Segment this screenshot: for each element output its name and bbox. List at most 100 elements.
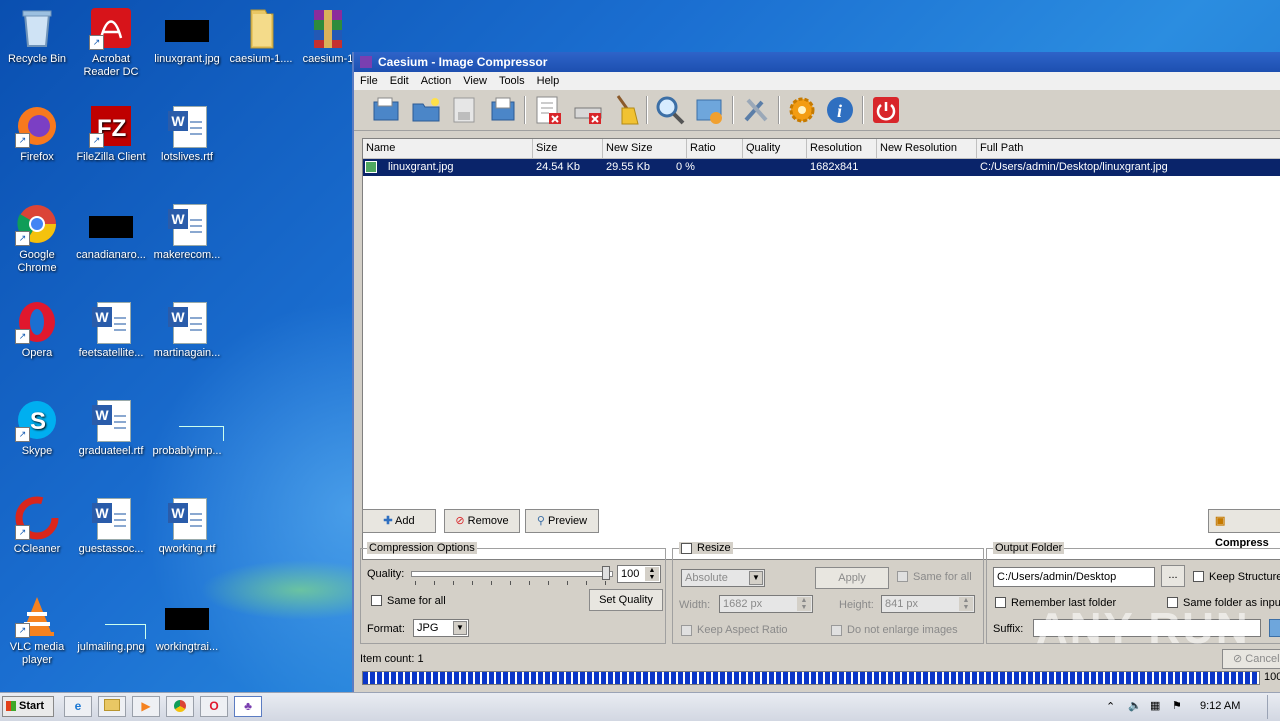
compress-button[interactable]: ▣ Compress — [1208, 509, 1280, 549]
spin-arrows-icon[interactable]: ▲ ▼ — [959, 597, 973, 611]
desktop-icon-filezilla[interactable]: FZ ↗ FileZilla Client — [74, 104, 148, 164]
remember-last-folder-checkbox[interactable] — [995, 597, 1006, 608]
desktop-icon-acrobat[interactable]: ↗ Acrobat Reader DC — [74, 6, 148, 79]
column-header-new-size[interactable]: New Size — [603, 139, 687, 158]
desktop-icon-linuxgrant[interactable]: linuxgrant.jpg — [150, 6, 224, 66]
open-folder-icon[interactable] — [410, 94, 442, 126]
desktop-icon-makerecom[interactable]: makerecom... — [150, 202, 224, 262]
preview-icon[interactable] — [694, 94, 726, 126]
show-desktop-button[interactable] — [1267, 695, 1280, 719]
width-spinbox[interactable]: 1682 px ▲ ▼ — [719, 595, 813, 613]
clock[interactable]: 9:12 AM — [1200, 700, 1240, 712]
spin-arrows-icon[interactable]: ▲ ▼ — [797, 597, 811, 611]
column-header-new-resolution[interactable]: New Resolution — [877, 139, 977, 158]
search-icon[interactable] — [654, 94, 686, 126]
desktop-icon-vlc[interactable]: ↗ VLC media player — [0, 594, 74, 667]
quality-spinbox[interactable]: 100 ▲ ▼ — [617, 565, 661, 583]
desktop-icon-opera[interactable]: ↗ Opera — [0, 300, 74, 360]
settings-icon[interactable] — [740, 94, 772, 126]
apply-button[interactable]: Apply — [815, 567, 889, 589]
show-hidden-icons-icon[interactable]: ⌃ — [1106, 700, 1115, 713]
internet-explorer-icon[interactable]: e — [64, 696, 92, 717]
no-enlarge-label: Do not enlarge images — [847, 624, 958, 636]
caesium-taskbar-icon[interactable]: ♣ — [234, 696, 262, 717]
exit-icon[interactable] — [870, 94, 902, 126]
media-player-icon[interactable]: ▶ — [132, 696, 160, 717]
desktop-icon-julmailing[interactable]: julmailing.png — [74, 594, 148, 654]
spin-arrows-icon[interactable]: ▲ ▼ — [645, 567, 659, 581]
table-row[interactable]: linuxgrant.jpg 24.54 Kb 29.55 Kb 0 % 168… — [363, 159, 1280, 176]
image-list[interactable]: Name Size New Size Ratio Quality Resolut… — [362, 138, 1280, 560]
menu-action[interactable]: Action — [415, 75, 458, 87]
format-select[interactable]: JPG ▼ — [413, 619, 469, 637]
desktop-icon-guestassoc[interactable]: guestassoc... — [74, 496, 148, 556]
desktop-icon-caesium-archive[interactable]: caesium-1 — [298, 6, 358, 66]
start-button[interactable]: Start — [2, 696, 54, 717]
updates-icon[interactable] — [786, 94, 818, 126]
open-file-icon[interactable] — [370, 94, 402, 126]
shortcut-arrow-icon: ↗ — [89, 35, 104, 50]
desktop-icon-martinagain[interactable]: martinagain... — [150, 300, 224, 360]
resize-checkbox[interactable] — [681, 543, 692, 554]
info-icon[interactable]: i — [824, 94, 856, 126]
menu-edit[interactable]: Edit — [384, 75, 415, 87]
volume-icon[interactable]: 🔈 — [1128, 699, 1142, 712]
desktop-icon-recycle-bin[interactable]: Recycle Bin — [0, 6, 74, 66]
suffix-info-icon[interactable] — [1269, 619, 1280, 637]
desktop-icon-label: caesium-1.... — [229, 53, 293, 65]
chrome-taskbar-icon[interactable] — [166, 696, 194, 717]
window-titlebar[interactable]: Caesium - Image Compressor — [354, 52, 1280, 72]
desktop-icon-lotslives[interactable]: lotslives.rtf — [150, 104, 224, 164]
no-enlarge-checkbox[interactable] — [831, 625, 842, 636]
keep-aspect-checkbox[interactable] — [681, 625, 692, 636]
keep-structure-checkbox[interactable] — [1193, 571, 1204, 582]
add-button[interactable]: ✚ Add — [362, 509, 436, 533]
desktop-icon-chrome[interactable]: ↗ Google Chrome — [0, 202, 74, 275]
toolbar: i — [354, 90, 1280, 131]
desktop-icon-firefox[interactable]: ↗ Firefox — [0, 104, 74, 164]
menu-file[interactable]: File — [354, 75, 384, 87]
quality-slider-thumb[interactable] — [602, 566, 610, 580]
menu-help[interactable]: Help — [531, 75, 566, 87]
menu-tools[interactable]: Tools — [493, 75, 531, 87]
opera-taskbar-icon[interactable]: O — [200, 696, 228, 717]
desktop-icon-canadianaro[interactable]: canadianaro... — [74, 202, 148, 262]
preview-button[interactable]: ⚲ Preview — [525, 509, 599, 533]
image-status-icon — [365, 161, 377, 173]
quality-slider[interactable] — [411, 566, 613, 580]
desktop-icon-qworking[interactable]: qworking.rtf — [150, 496, 224, 556]
broom-icon[interactable] — [610, 94, 642, 126]
save-as-icon[interactable] — [486, 94, 518, 126]
desktop-icon-probablyimp[interactable]: probablyimp... — [150, 398, 224, 458]
remove-item-icon[interactable] — [532, 94, 564, 126]
column-header-size[interactable]: Size — [533, 139, 603, 158]
file-explorer-icon[interactable] — [98, 696, 126, 717]
network-icon[interactable]: ▦ — [1150, 699, 1160, 712]
remove-icon: ⊘ — [455, 515, 465, 527]
desktop-icon-ccleaner[interactable]: ↗ CCleaner — [0, 496, 74, 556]
resize-same-for-all-checkbox[interactable] — [897, 571, 908, 582]
remove-button[interactable]: ⊘ Remove — [444, 509, 520, 533]
output-path-input[interactable]: C:/Users/admin/Desktop — [993, 567, 1155, 587]
column-header-quality[interactable]: Quality — [743, 139, 807, 158]
height-spinbox[interactable]: 841 px ▲ ▼ — [881, 595, 975, 613]
folder-icon — [239, 6, 283, 50]
resize-mode-select[interactable]: Absolute ▼ — [681, 569, 765, 587]
column-header-name[interactable]: Name — [363, 139, 533, 158]
column-header-resolution[interactable]: Resolution — [807, 139, 877, 158]
desktop-icon-caesium-folder[interactable]: caesium-1.... — [224, 6, 298, 66]
desktop-icon-graduateel[interactable]: graduateel.rtf — [74, 398, 148, 458]
list-header: Name Size New Size Ratio Quality Resolut… — [363, 139, 1280, 159]
clear-list-icon[interactable] — [572, 94, 604, 126]
desktop-icon-feetsatellite[interactable]: feetsatellite... — [74, 300, 148, 360]
column-header-full-path[interactable]: Full Path — [977, 139, 1280, 158]
save-icon[interactable] — [448, 94, 480, 126]
desktop-icon-skype[interactable]: S ↗ Skype — [0, 398, 74, 458]
column-header-ratio[interactable]: Ratio — [687, 139, 743, 158]
action-center-flag-icon[interactable]: ⚑ — [1172, 699, 1182, 712]
desktop-icon-workingtrai[interactable]: workingtrai... — [150, 594, 224, 654]
menu-view[interactable]: View — [457, 75, 493, 87]
browse-button[interactable]: ... — [1161, 565, 1185, 587]
set-quality-button[interactable]: Set Quality — [589, 589, 663, 611]
same-for-all-checkbox[interactable] — [371, 595, 382, 606]
